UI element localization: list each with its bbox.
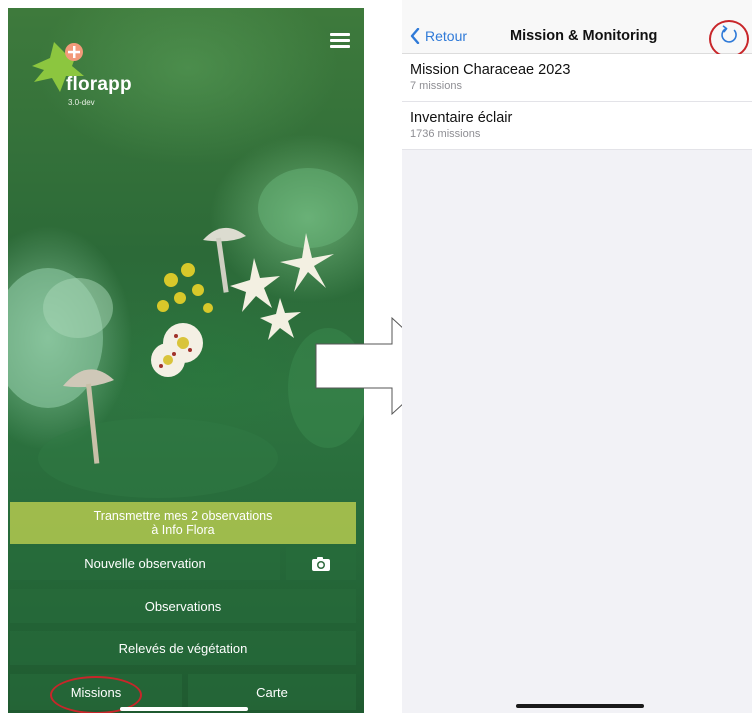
mission-monitoring-screen: Retour Mission & Monitoring Mission Char… xyxy=(402,0,752,713)
app-name: florapp xyxy=(66,74,132,95)
transmit-label-line2: à Info Flora xyxy=(151,523,215,537)
mission-list: Mission Characeae 2023 7 missions Invent… xyxy=(402,54,752,150)
camera-button[interactable] xyxy=(286,547,356,580)
missions-button[interactable]: Missions xyxy=(10,674,182,710)
mission-count: 1736 missions xyxy=(410,128,481,140)
mission-count: 7 missions xyxy=(410,80,462,92)
home-indicator xyxy=(120,707,248,711)
carte-button[interactable]: Carte xyxy=(188,674,356,710)
list-item[interactable]: Mission Characeae 2023 7 missions xyxy=(402,54,752,102)
new-observation-label: Nouvelle observation xyxy=(84,556,206,571)
navigation-bar: Retour Mission & Monitoring xyxy=(402,0,752,54)
transmit-observations-button[interactable]: Transmettre mes 2 observations à Info Fl… xyxy=(10,502,356,544)
florapp-home-screen: florapp 3.0-dev Transmettre mes 2 observ… xyxy=(8,8,364,713)
releves-label: Relevés de végétation xyxy=(118,640,248,656)
app-version: 3.0-dev xyxy=(68,98,95,107)
camera-icon xyxy=(312,556,330,571)
carte-label: Carte xyxy=(256,684,288,700)
list-item[interactable]: Inventaire éclair 1736 missions xyxy=(402,102,752,150)
mission-name: Inventaire éclair xyxy=(410,110,513,126)
home-indicator xyxy=(516,704,644,708)
new-observation-button[interactable]: Nouvelle observation xyxy=(10,547,280,580)
chevron-left-icon xyxy=(410,28,420,44)
back-button[interactable]: Retour xyxy=(410,26,467,46)
refresh-icon[interactable] xyxy=(718,24,740,46)
transmit-label-line1: Transmettre mes 2 observations xyxy=(93,509,273,523)
releves-vegetation-button[interactable]: Relevés de végétation xyxy=(10,631,356,665)
hamburger-menu-icon[interactable] xyxy=(330,32,352,50)
observations-button[interactable]: Observations xyxy=(10,589,356,623)
observations-label: Observations xyxy=(144,598,222,614)
mission-name: Mission Characeae 2023 xyxy=(410,62,571,78)
page-title: Mission & Monitoring xyxy=(510,28,658,44)
back-label: Retour xyxy=(425,28,468,44)
missions-label: Missions xyxy=(70,684,122,700)
